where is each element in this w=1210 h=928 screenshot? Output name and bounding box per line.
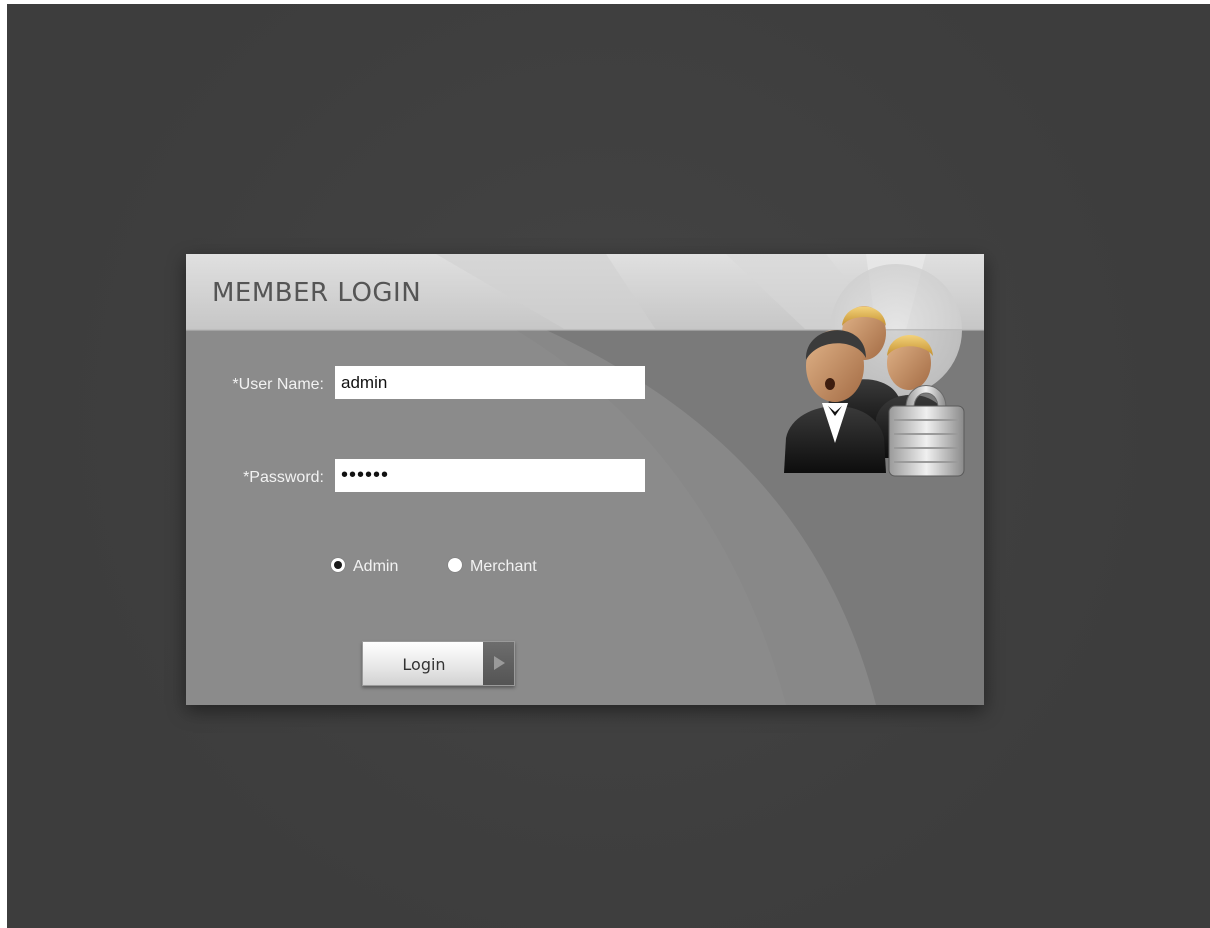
role-merchant-label: Merchant: [470, 558, 537, 575]
username-label: *User Name:: [232, 376, 324, 393]
login-button[interactable]: Login: [362, 641, 515, 686]
users-lock-icon: [784, 306, 965, 477]
password-input[interactable]: [335, 459, 645, 492]
login-button-label: Login: [402, 655, 446, 674]
login-arrow-box: [483, 642, 514, 685]
role-admin-option[interactable]: Admin: [331, 558, 398, 576]
radio-checked-icon[interactable]: [331, 558, 345, 572]
page-background: MEMBER LOGIN *User Name: admin *Password…: [7, 4, 1210, 928]
radio-unchecked-icon[interactable]: [448, 558, 462, 572]
page-title: MEMBER LOGIN: [212, 278, 422, 308]
login-panel: MEMBER LOGIN *User Name: admin *Password…: [186, 254, 984, 705]
username-input[interactable]: [335, 366, 645, 399]
role-admin-label: Admin: [353, 558, 399, 575]
role-merchant-option[interactable]: Merchant: [448, 558, 537, 576]
password-label: *Password:: [243, 469, 324, 486]
play-arrow-icon: [494, 656, 505, 670]
